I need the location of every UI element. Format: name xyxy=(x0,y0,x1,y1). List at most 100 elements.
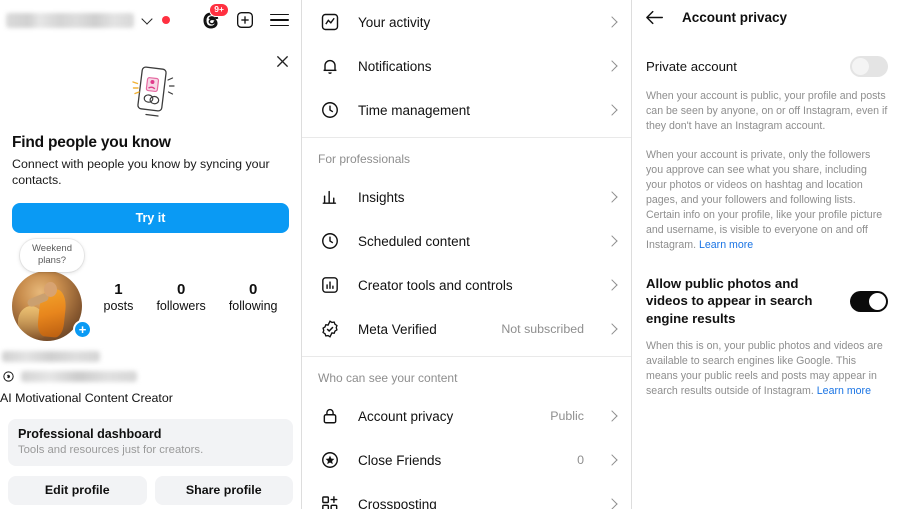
find-people-title: Find people you know xyxy=(12,134,171,151)
stat-label: following xyxy=(228,298,278,313)
try-it-button[interactable]: Try it xyxy=(12,202,289,233)
private-account-toggle[interactable] xyxy=(850,56,888,77)
professional-dashboard-subtitle: Tools and resources just for creators. xyxy=(18,443,204,456)
chevron-right-icon xyxy=(608,18,617,27)
settings-item-label: Meta Verified xyxy=(358,321,437,337)
stat-value: 0 xyxy=(176,280,186,298)
account-privacy-header: Account privacy xyxy=(632,0,902,34)
profile-stats-row: Weekend plans? + 1 posts 0 followers 0 f… xyxy=(0,233,301,341)
paragraph-search-engine: When this is on, your public photos and … xyxy=(632,327,902,399)
chevron-right-icon xyxy=(608,106,617,115)
profile-action-buttons: Edit profile Share profile xyxy=(8,475,293,505)
clock-icon xyxy=(318,98,342,122)
chevron-right-icon xyxy=(608,325,617,334)
threads-handle-blurred xyxy=(21,370,137,382)
settings-item-label: Crossposting xyxy=(358,496,437,509)
settings-item-insights[interactable]: Insights xyxy=(302,175,631,219)
edit-profile-button[interactable]: Edit profile xyxy=(8,475,147,505)
settings-item-crossposting[interactable]: Crossposting xyxy=(302,482,631,509)
settings-item-label: Scheduled content xyxy=(358,233,470,249)
profile-top-bar: 9+ xyxy=(0,0,301,40)
private-account-label: Private account xyxy=(646,58,737,74)
share-profile-button[interactable]: Share profile xyxy=(154,475,293,505)
section-header-for-professionals: For professionals xyxy=(318,152,411,166)
plus-square-icon[interactable] xyxy=(231,6,259,34)
profile-avatar[interactable] xyxy=(12,270,82,341)
close-icon[interactable] xyxy=(273,52,291,70)
chevron-right-icon xyxy=(608,281,617,290)
chevron-right-icon xyxy=(608,237,617,246)
chevron-right-icon xyxy=(608,62,617,71)
threads-icon[interactable]: 9+ xyxy=(197,3,229,34)
page-title: Account privacy xyxy=(682,9,788,25)
paragraph-private-account: When your account is private, only the f… xyxy=(632,134,902,253)
account-privacy-panel: Account privacy Private account When you… xyxy=(632,0,902,509)
back-arrow-icon[interactable] xyxy=(644,7,664,27)
note-bubble[interactable]: Weekend plans? xyxy=(20,238,84,272)
professional-dashboard-title: Professional dashboard xyxy=(18,426,162,441)
profile-panel: 9+ Find people you know Connect with peo… xyxy=(0,0,302,509)
professional-dashboard-card[interactable]: Professional dashboard Tools and resourc… xyxy=(8,418,293,466)
settings-item-your-activity[interactable]: Your activity xyxy=(302,0,631,44)
settings-item-value: 0 xyxy=(577,453,584,467)
three-panel-screenshot: 9+ Find people you know Connect with peo… xyxy=(0,0,905,509)
search-engine-row: Allow public photos and videos to appear… xyxy=(632,267,902,326)
creator-tools-icon xyxy=(318,273,342,297)
settings-item-label: Your activity xyxy=(358,14,431,30)
phone-contact-illustration xyxy=(12,40,289,134)
search-engine-toggle[interactable] xyxy=(850,290,888,312)
settings-item-account-privacy[interactable]: Account privacy Public xyxy=(302,394,631,438)
stat-following[interactable]: 0 following xyxy=(229,281,278,313)
settings-item-creator-tools[interactable]: Creator tools and controls xyxy=(302,263,631,307)
settings-item-time-management[interactable]: Time management xyxy=(302,88,631,132)
find-people-subtitle: Connect with people you know by syncing … xyxy=(12,157,270,188)
stat-label: followers xyxy=(156,298,206,313)
settings-item-value: Not subscribed xyxy=(501,322,584,336)
stat-value: 1 xyxy=(114,280,123,298)
display-name-blurred xyxy=(2,350,100,362)
stat-posts[interactable]: 1 posts xyxy=(104,281,134,313)
chevron-right-icon xyxy=(608,412,617,421)
lock-icon xyxy=(318,404,342,428)
insights-bar-chart-icon xyxy=(318,185,342,209)
settings-item-notifications[interactable]: Notifications xyxy=(302,44,631,88)
search-engine-label: Allow public photos and videos to appear… xyxy=(646,276,813,326)
add-story-plus-icon[interactable]: + xyxy=(73,319,92,339)
settings-item-close-friends[interactable]: Close Friends 0 xyxy=(302,438,631,482)
find-people-card: Find people you know Connect with people… xyxy=(0,40,301,233)
red-dot-indicator xyxy=(162,16,170,24)
settings-item-label: Account privacy xyxy=(358,408,454,424)
paragraph-public-account: When your account is public, your profil… xyxy=(646,90,888,133)
threads-badge: 9+ xyxy=(209,3,229,17)
username-blurred[interactable] xyxy=(6,12,134,28)
meta-verified-badge-icon xyxy=(318,317,342,341)
learn-more-link[interactable]: Learn more xyxy=(699,239,753,251)
chevron-right-icon xyxy=(608,500,617,509)
clock-icon xyxy=(318,229,342,253)
private-account-row: Private account xyxy=(632,48,902,77)
crossposting-icon xyxy=(318,492,342,509)
hamburger-menu-icon[interactable] xyxy=(265,6,293,34)
chevron-down-icon[interactable] xyxy=(142,14,154,26)
bio-text: AI Motivational Content Creator xyxy=(0,390,173,405)
chevron-right-icon xyxy=(608,193,617,202)
paragraph-private-text: When your account is private, only the f… xyxy=(646,149,883,252)
settings-item-value: Public xyxy=(550,409,584,423)
settings-item-label: Time management xyxy=(358,102,471,118)
settings-item-scheduled-content[interactable]: Scheduled content xyxy=(302,219,631,263)
threads-handle-row[interactable] xyxy=(2,370,291,383)
profile-bio: AI Motivational Content Creator xyxy=(0,341,301,405)
threads-icon xyxy=(3,371,14,382)
chevron-right-icon xyxy=(608,456,617,465)
stat-value: 0 xyxy=(248,280,258,298)
stat-followers[interactable]: 0 followers xyxy=(156,281,205,313)
settings-item-label: Notifications xyxy=(358,58,432,74)
learn-more-link[interactable]: Learn more xyxy=(817,385,871,397)
stat-columns: 1 posts 0 followers 0 following xyxy=(92,255,289,313)
settings-item-label: Insights xyxy=(358,189,405,205)
stat-label: posts xyxy=(103,298,134,313)
settings-item-meta-verified[interactable]: Meta Verified Not subscribed xyxy=(302,307,631,351)
section-header-who-can-see: Who can see your content xyxy=(318,371,458,385)
